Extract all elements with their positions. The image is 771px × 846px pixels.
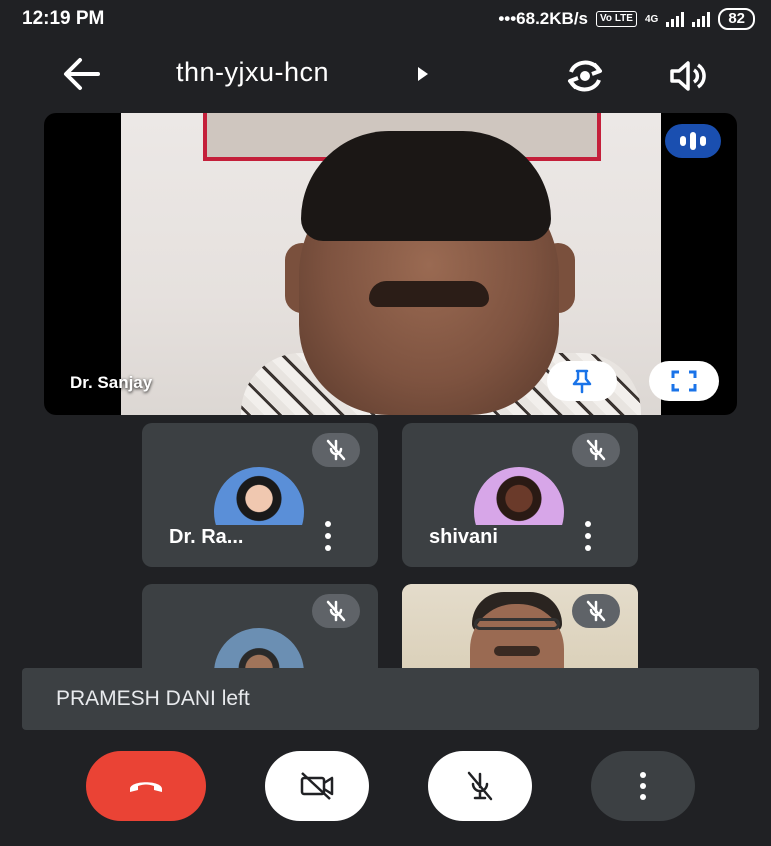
signal-icon bbox=[666, 11, 685, 27]
network-speed: •••68.2KB/s bbox=[498, 9, 588, 28]
mustache bbox=[369, 281, 489, 307]
status-time: 12:19 PM bbox=[22, 8, 105, 29]
participant-name: Dr. Ra... bbox=[169, 526, 244, 548]
more-options-button[interactable] bbox=[591, 751, 695, 821]
hair bbox=[301, 131, 551, 241]
participant-options-icon[interactable] bbox=[322, 521, 334, 551]
main-participant-name: Dr. Sanjay bbox=[70, 373, 153, 392]
end-call-icon bbox=[130, 782, 162, 792]
volte-badge: Vo LTE bbox=[596, 11, 637, 27]
battery-indicator: 82 bbox=[718, 8, 755, 30]
participant-tile[interactable]: Dr. Ra... bbox=[142, 423, 378, 567]
mic-off-icon bbox=[312, 594, 360, 628]
mic-off-icon bbox=[572, 433, 620, 467]
mic-off-icon bbox=[467, 771, 493, 801]
avatar bbox=[474, 467, 564, 525]
mustache bbox=[494, 646, 540, 656]
speaking-indicator-icon bbox=[665, 124, 721, 158]
glasses bbox=[474, 618, 560, 630]
meeting-code[interactable]: thn-yjxu-hcn bbox=[176, 57, 329, 88]
pin-button[interactable] bbox=[547, 361, 617, 401]
fullscreen-icon bbox=[671, 370, 697, 392]
switch-camera-icon[interactable] bbox=[562, 56, 608, 96]
camera-off-icon bbox=[300, 772, 334, 800]
notification-toast: PRAMESH DANI left bbox=[22, 668, 759, 730]
main-speaker-tile[interactable]: Dr. Sanjay bbox=[44, 113, 737, 415]
meeting-header: thn-yjxu-hcn bbox=[0, 38, 771, 108]
back-arrow-icon[interactable] bbox=[62, 56, 102, 92]
mic-off-icon bbox=[312, 433, 360, 467]
participant-tile[interactable]: shivani bbox=[402, 423, 638, 567]
more-options-icon bbox=[637, 772, 649, 800]
speaker-icon[interactable] bbox=[668, 58, 708, 94]
avatar bbox=[214, 467, 304, 525]
participant-name: shivani bbox=[429, 526, 498, 548]
mic-off-icon bbox=[572, 594, 620, 628]
fullscreen-button[interactable] bbox=[649, 361, 719, 401]
status-bar: 12:19 PM •••68.2KB/s Vo LTE 4G 82 bbox=[0, 0, 771, 38]
status-icons: •••68.2KB/s Vo LTE 4G 82 bbox=[498, 8, 755, 30]
pin-icon bbox=[572, 369, 592, 394]
signal-icon-2 bbox=[692, 11, 711, 27]
camera-toggle-button[interactable] bbox=[265, 751, 369, 821]
meeting-details-caret-icon[interactable] bbox=[418, 67, 428, 81]
participant-options-icon[interactable] bbox=[582, 521, 594, 551]
toast-message: PRAMESH DANI left bbox=[56, 687, 250, 710]
network-type: 4G bbox=[644, 13, 659, 25]
end-call-button[interactable] bbox=[86, 751, 206, 821]
mic-toggle-button[interactable] bbox=[428, 751, 532, 821]
